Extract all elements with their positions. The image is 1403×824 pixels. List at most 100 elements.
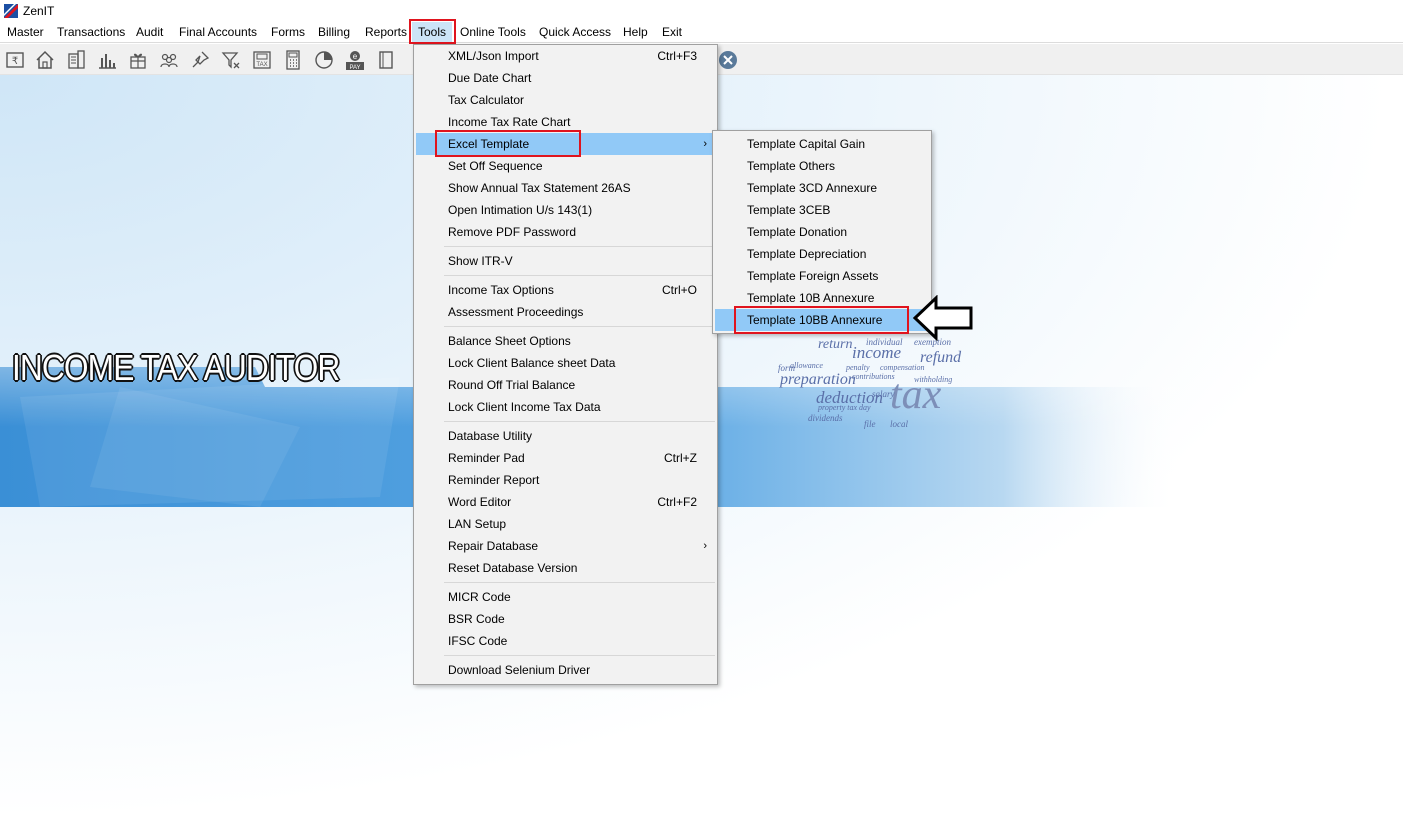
menu-item-reset-database-version[interactable]: Reset Database Version bbox=[416, 557, 715, 579]
menu-final-accounts[interactable]: Final Accounts bbox=[179, 22, 257, 43]
menu-separator bbox=[444, 246, 715, 247]
epay-icon[interactable]: e PAY bbox=[344, 49, 366, 71]
pie-chart-icon[interactable] bbox=[313, 49, 335, 71]
menu-item-label: Template 10B Annexure bbox=[747, 291, 875, 305]
menu-audit[interactable]: Audit bbox=[136, 22, 163, 43]
menu-item-show-itr-v[interactable]: Show ITR-V bbox=[416, 250, 715, 272]
menu-item-label: Tax Calculator bbox=[448, 93, 525, 107]
building-icon[interactable] bbox=[65, 49, 87, 71]
menu-tools[interactable]: Tools bbox=[412, 22, 453, 43]
menu-master[interactable]: Master bbox=[7, 22, 44, 43]
menu-item-balance-sheet-options[interactable]: Balance Sheet Options bbox=[416, 330, 715, 352]
menu-item-label: Database Utility bbox=[448, 429, 533, 443]
menu-item-label: Template 10BB Annexure bbox=[747, 313, 883, 327]
menu-item-lock-client-income-tax[interactable]: Lock Client Income Tax Data bbox=[416, 396, 715, 418]
tax-icon[interactable]: TAX bbox=[251, 49, 273, 71]
wordcloud-word: penalty bbox=[846, 363, 870, 372]
close-circle-icon[interactable] bbox=[717, 49, 739, 71]
tax-icon-text: TAX bbox=[256, 62, 267, 68]
wordcloud-word: property tax day bbox=[818, 403, 871, 412]
bar-chart-icon[interactable] bbox=[96, 49, 118, 71]
menu-item-label: Open Intimation U/s 143(1) bbox=[448, 203, 593, 217]
wordcloud-word: salary bbox=[872, 389, 895, 399]
menu-item-round-off-trial-balance[interactable]: Round Off Trial Balance bbox=[416, 374, 715, 396]
wordcloud-word: refund bbox=[920, 349, 962, 366]
submenu-item-template-donation[interactable]: Template Donation bbox=[715, 221, 929, 243]
book-icon[interactable] bbox=[375, 49, 397, 71]
chevron-right-icon: › bbox=[703, 540, 707, 552]
menu-item-label: Template Depreciation bbox=[747, 247, 867, 261]
wordcloud-word: individual bbox=[866, 337, 903, 347]
menu-item-label: Template Capital Gain bbox=[747, 137, 866, 151]
rupee-icon[interactable]: ₹ bbox=[4, 49, 26, 71]
menu-item-label: LAN Setup bbox=[448, 517, 507, 531]
epay-icon-bottom-text: PAY bbox=[349, 65, 360, 71]
menu-item-xml-json-import[interactable]: XML/Json Import Ctrl+F3 bbox=[416, 45, 715, 67]
menu-item-ifsc-code[interactable]: IFSC Code bbox=[416, 630, 715, 652]
menu-item-bsr-code[interactable]: BSR Code bbox=[416, 608, 715, 630]
menu-item-reminder-pad[interactable]: Reminder Pad Ctrl+Z bbox=[416, 447, 715, 469]
menu-item-lock-client-balance-sheet[interactable]: Lock Client Balance sheet Data bbox=[416, 352, 715, 374]
menu-item-income-tax-rate-chart[interactable]: Income Tax Rate Chart bbox=[416, 111, 715, 133]
menu-item-database-utility[interactable]: Database Utility bbox=[416, 425, 715, 447]
submenu-item-template-depreciation[interactable]: Template Depreciation bbox=[715, 243, 929, 265]
menu-item-label: Balance Sheet Options bbox=[448, 334, 571, 348]
submenu-item-template-others[interactable]: Template Others bbox=[715, 155, 929, 177]
menu-item-label: Round Off Trial Balance bbox=[448, 378, 576, 392]
menu-item-tax-calculator[interactable]: Tax Calculator bbox=[416, 89, 715, 111]
menu-transactions[interactable]: Transactions bbox=[57, 22, 125, 43]
submenu-item-template-3ceb[interactable]: Template 3CEB bbox=[715, 199, 929, 221]
menu-item-show-annual-tax-statement[interactable]: Show Annual Tax Statement 26AS bbox=[416, 177, 715, 199]
menu-item-label: Lock Client Income Tax Data bbox=[448, 400, 601, 414]
menu-separator bbox=[444, 275, 715, 276]
menu-item-shortcut: Ctrl+Z bbox=[664, 451, 697, 465]
menu-online-tools[interactable]: Online Tools bbox=[460, 22, 526, 43]
app-title: ZenIT bbox=[23, 4, 55, 18]
menu-item-repair-database[interactable]: Repair Database › bbox=[416, 535, 715, 557]
excel-template-submenu: Template Capital Gain Template Others Te… bbox=[712, 130, 932, 334]
menu-item-remove-pdf-password[interactable]: Remove PDF Password bbox=[416, 221, 715, 243]
menu-item-label: Assessment Proceedings bbox=[448, 305, 584, 319]
submenu-item-template-10bb-annexure[interactable]: Template 10BB Annexure bbox=[715, 309, 929, 331]
menu-item-word-editor[interactable]: Word Editor Ctrl+F2 bbox=[416, 491, 715, 513]
users-icon[interactable] bbox=[158, 49, 180, 71]
wordcloud-word: form bbox=[778, 363, 796, 373]
menu-item-label: IFSC Code bbox=[448, 634, 508, 648]
submenu-item-template-capital-gain[interactable]: Template Capital Gain bbox=[715, 133, 929, 155]
submenu-item-template-foreign-assets[interactable]: Template Foreign Assets bbox=[715, 265, 929, 287]
menu-item-label: Set Off Sequence bbox=[448, 159, 543, 173]
menu-item-label: BSR Code bbox=[448, 612, 505, 626]
menu-billing[interactable]: Billing bbox=[318, 22, 350, 43]
menu-item-set-off-sequence[interactable]: Set Off Sequence bbox=[416, 155, 715, 177]
wordcloud-word: compensation bbox=[880, 363, 925, 372]
wordcloud-word: dividends bbox=[808, 413, 843, 423]
calculator-icon[interactable] bbox=[282, 49, 304, 71]
epay-icon-top-text: e bbox=[353, 52, 358, 61]
menu-item-income-tax-options[interactable]: Income Tax Options Ctrl+O bbox=[416, 279, 715, 301]
filter-icon[interactable] bbox=[220, 49, 242, 71]
menu-quick-access[interactable]: Quick Access bbox=[539, 22, 611, 43]
home-icon[interactable] bbox=[34, 49, 56, 71]
menu-item-label: Due Date Chart bbox=[448, 71, 532, 85]
menu-bar: Master Transactions Audit Final Accounts… bbox=[0, 22, 1403, 43]
menu-exit[interactable]: Exit bbox=[662, 22, 682, 43]
menu-item-open-intimation[interactable]: Open Intimation U/s 143(1) bbox=[416, 199, 715, 221]
menu-item-label: Income Tax Options bbox=[448, 283, 554, 297]
menu-item-reminder-report[interactable]: Reminder Report bbox=[416, 469, 715, 491]
menu-help[interactable]: Help bbox=[623, 22, 648, 43]
menu-item-excel-template[interactable]: Excel Template › bbox=[416, 133, 715, 155]
menu-item-label: Remove PDF Password bbox=[448, 225, 577, 239]
menu-reports[interactable]: Reports bbox=[365, 22, 407, 43]
menu-item-label: Show Annual Tax Statement 26AS bbox=[448, 181, 631, 195]
menu-item-download-selenium-driver[interactable]: Download Selenium Driver bbox=[416, 659, 715, 681]
menu-item-assessment-proceedings[interactable]: Assessment Proceedings bbox=[416, 301, 715, 323]
menu-forms[interactable]: Forms bbox=[271, 22, 305, 43]
submenu-item-template-3cd-annexure[interactable]: Template 3CD Annexure bbox=[715, 177, 929, 199]
submenu-item-template-10b-annexure[interactable]: Template 10B Annexure bbox=[715, 287, 929, 309]
menu-item-due-date-chart[interactable]: Due Date Chart bbox=[416, 67, 715, 89]
pin-icon[interactable] bbox=[189, 49, 211, 71]
menu-item-label: Download Selenium Driver bbox=[448, 663, 591, 677]
menu-item-lan-setup[interactable]: LAN Setup bbox=[416, 513, 715, 535]
gift-icon[interactable] bbox=[127, 49, 149, 71]
menu-item-micr-code[interactable]: MICR Code bbox=[416, 586, 715, 608]
